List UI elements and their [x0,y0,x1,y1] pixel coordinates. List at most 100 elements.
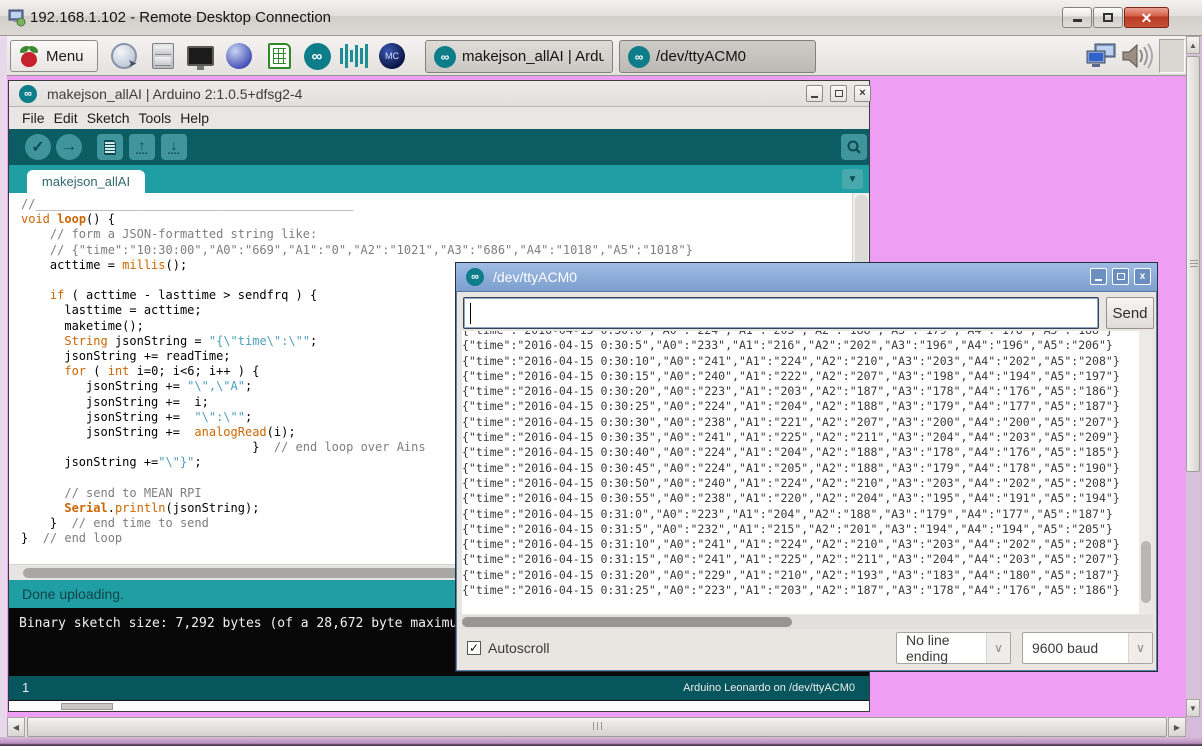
scrollbar-thumb[interactable] [462,617,792,627]
serial-line: {"time":"2016-04-15 0:31:10","A0":"241",… [462,537,1139,552]
scrollbar-thumb[interactable] [61,703,113,710]
serial-send-input[interactable] [463,297,1099,329]
ide-window-title: makejson_allAI | Arduino 2:1.0.5+dfsg2-4 [47,86,302,102]
rdp-horizontal-scrollbar[interactable]: ◀ ▶ [7,717,1186,737]
baud-rate-dropdown[interactable]: 9600 baud ∨ [1022,632,1153,664]
rdp-close-button[interactable]: ✕ [1124,7,1169,28]
pulse-bars-icon[interactable] [337,40,371,72]
rdp-frame-bottom-border [0,737,1202,746]
rdp-window-frame: 192.168.1.102 - Remote Desktop Connectio… [0,0,1202,746]
close-icon: × [859,88,865,99]
serial-close-button[interactable]: x [1134,268,1151,285]
board-port-status: Arduino Leonardo on /dev/ttyACM0 [683,682,855,694]
ide-maximize-button[interactable] [830,85,847,102]
maximize-icon [1117,273,1125,280]
ide-footer-bar: 1 Arduino Leonardo on /dev/ttyACM0 [9,676,869,700]
blue-sphere-icon[interactable] [222,40,256,72]
text-caret [470,303,471,324]
taskbar: Menu ∞ MC ∞ makejson_allAI | Ardu... ∞ /… [7,36,1186,76]
task-button-serial-monitor[interactable]: ∞ /dev/ttyACM0 [619,40,816,73]
spreadsheet-icon[interactable] [262,40,296,72]
menu-file[interactable]: File [22,110,45,126]
web-browser-icon[interactable] [107,40,141,72]
rdp-titlebar: 192.168.1.102 - Remote Desktop Connectio… [0,0,1202,36]
new-sketch-button[interactable] [97,134,123,160]
save-arrow-icon: ↓▪▪▪▪ [168,138,181,157]
maximize-icon [1103,13,1113,22]
ide-titlebar[interactable]: ∞ makejson_allAI | Arduino 2:1.0.5+dfsg2… [9,81,869,107]
menu-edit[interactable]: Edit [54,110,78,126]
globe-cursor-icon [111,43,137,69]
menu-help[interactable]: Help [180,110,209,126]
rdp-minimize-button[interactable] [1062,7,1092,28]
file-manager-icon[interactable] [146,40,180,72]
ide-minimize-button[interactable] [806,85,823,102]
arduino-infinity-icon: ∞ [466,268,484,286]
maximize-icon [835,90,843,97]
rdp-app-icon [8,8,26,28]
cursor-line-number: 1 [22,680,29,695]
task-button-arduino-sketch[interactable]: ∞ makejson_allAI | Ardu... [425,40,613,73]
line-ending-dropdown[interactable]: No line ending ∨ [896,632,1011,664]
serial-output[interactable]: {"time":"2016-04-15 0:30:0","A0":"224","… [462,331,1139,614]
tab-dropdown-button[interactable]: ▼ [842,169,863,189]
checkmark-icon: ✓ [469,641,479,655]
serial-line: {"time":"2016-04-15 0:30:55","A0":"238",… [462,491,1139,506]
rdp-vertical-scrollbar[interactable]: ▲ ▼ [1186,36,1200,717]
rdp-maximize-button[interactable] [1093,7,1123,28]
save-sketch-button[interactable]: ↓▪▪▪▪ [161,134,187,160]
serial-titlebar[interactable]: ∞ /dev/ttyACM0 x [456,263,1157,292]
scrollbar-thumb[interactable] [1186,56,1200,472]
autoscroll-checkbox[interactable]: ✓ [467,641,481,655]
ide-menubar: File Edit Sketch Tools Help [9,107,869,129]
navy-app-icon[interactable]: MC [375,40,409,72]
code-line: // form a JSON-formatted string like: [21,227,693,242]
serial-maximize-button[interactable] [1112,268,1129,285]
serial-horizontal-scrollbar[interactable] [462,615,1153,629]
upload-button[interactable]: → [56,134,82,160]
open-sketch-button[interactable]: ↑▪▪▪▪ [129,134,155,160]
serial-vertical-scrollbar[interactable] [1139,331,1153,614]
serial-line: {"time":"2016-04-15 0:30:30","A0":"238",… [462,415,1139,430]
scrollbar-thumb[interactable] [27,717,1167,737]
scroll-left-arrow[interactable]: ◀ [7,717,25,737]
scroll-right-arrow[interactable]: ▶ [1168,717,1186,737]
minimize-icon [811,96,818,98]
ide-tabbar: makejson_allAI ▼ [9,165,869,193]
serial-line: {"time":"2016-04-15 0:31:0","A0":"223","… [462,507,1139,522]
code-line: // {"time":"10:30:00","A0":"669","A1":"0… [21,243,693,258]
serial-monitor-window: ∞ /dev/ttyACM0 x Send {"time":"2016-04-1… [455,262,1158,672]
raspberry-icon [19,45,39,67]
ide-close-button[interactable]: × [854,85,871,102]
scroll-down-arrow[interactable]: ▼ [1186,699,1200,717]
arduino-infinity-icon: ∞ [628,46,650,68]
serial-lines: {"time":"2016-04-15 0:30:0","A0":"224","… [462,331,1139,598]
serial-monitor-button[interactable] [841,134,867,160]
serial-window-title: /dev/ttyACM0 [493,269,577,285]
serial-line: {"time":"2016-04-15 0:30:25","A0":"224",… [462,399,1139,414]
menu-sketch[interactable]: Sketch [87,110,130,126]
menu-tools[interactable]: Tools [139,110,172,126]
volume-tray-icon[interactable] [1120,42,1156,70]
arduino-infinity-icon: ∞ [19,85,37,103]
serial-line: {"time":"2016-04-15 0:31:5","A0":"232","… [462,522,1139,537]
menu-label: Menu [46,48,84,65]
verify-button[interactable]: ✓ [25,134,51,160]
arduino-ide-icon[interactable]: ∞ [300,40,334,72]
arduino-infinity-icon: ∞ [434,46,456,68]
network-tray-icon[interactable] [1085,42,1117,70]
chevron-down-icon: ∨ [986,633,1010,663]
send-button[interactable]: Send [1106,297,1154,329]
serial-line: {"time":"2016-04-15 0:30:35","A0":"241",… [462,430,1139,445]
minimize-icon [1095,279,1102,281]
scrollbar-thumb[interactable] [1141,541,1151,603]
taskbar-menu-button[interactable]: Menu [10,40,98,72]
scroll-up-arrow[interactable]: ▲ [1186,36,1200,54]
serial-minimize-button[interactable] [1090,268,1107,285]
tab-makejson-allai[interactable]: makejson_allAI [27,170,145,193]
navy-sphere-icon: MC [379,43,405,69]
serial-line: {"time":"2016-04-15 0:31:20","A0":"229",… [462,568,1139,583]
rdp-window-title: 192.168.1.102 - Remote Desktop Connectio… [30,9,331,26]
ide-bottom-scrollbar[interactable] [9,700,869,711]
terminal-icon[interactable] [183,40,217,72]
